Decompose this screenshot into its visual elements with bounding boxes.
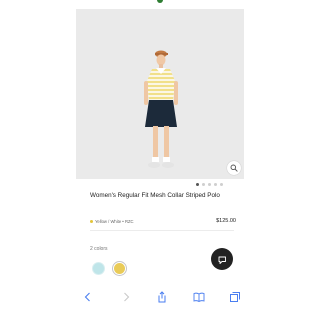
color-count-label: 2 colors bbox=[90, 246, 108, 252]
model-photo bbox=[144, 50, 178, 168]
bookmarks-button[interactable] bbox=[193, 291, 205, 303]
carousel-dot[interactable] bbox=[220, 183, 223, 186]
carousel-dot[interactable] bbox=[208, 183, 211, 186]
carousel-dot[interactable] bbox=[202, 183, 205, 186]
product-title: Women's Regular Fit Mesh Collar Striped … bbox=[90, 192, 220, 199]
product-image[interactable] bbox=[76, 9, 244, 179]
tabs-button[interactable] bbox=[229, 291, 241, 303]
bookmarks-icon bbox=[193, 292, 205, 303]
carousel-dot[interactable] bbox=[196, 183, 199, 186]
variant-label: Yellow / White • RZC bbox=[95, 219, 134, 224]
forward-arrow-icon bbox=[124, 292, 130, 302]
back-button[interactable] bbox=[82, 291, 94, 303]
variant-color-dot bbox=[90, 220, 93, 223]
variant-info: Yellow / White • RZC bbox=[90, 219, 134, 224]
zoom-button[interactable] bbox=[227, 161, 241, 175]
tabs-icon bbox=[230, 292, 240, 302]
divider bbox=[90, 230, 234, 231]
product-price: $125.00 bbox=[216, 218, 236, 224]
carousel-dot[interactable] bbox=[214, 183, 217, 186]
chat-icon bbox=[218, 256, 226, 264]
share-icon bbox=[158, 291, 166, 303]
color-swatch-light-blue[interactable] bbox=[92, 262, 105, 275]
chat-button[interactable] bbox=[211, 248, 233, 270]
forward-button[interactable] bbox=[120, 291, 132, 303]
color-swatch-yellow[interactable] bbox=[113, 262, 126, 275]
share-button[interactable] bbox=[156, 291, 168, 303]
product-page: Women's Regular Fit Mesh Collar Striped … bbox=[76, 0, 244, 320]
zoom-icon bbox=[230, 164, 238, 172]
carousel-indicator bbox=[196, 183, 223, 186]
browser-toolbar bbox=[76, 285, 244, 309]
back-arrow-icon bbox=[84, 292, 90, 302]
brand-logo bbox=[157, 0, 163, 3]
